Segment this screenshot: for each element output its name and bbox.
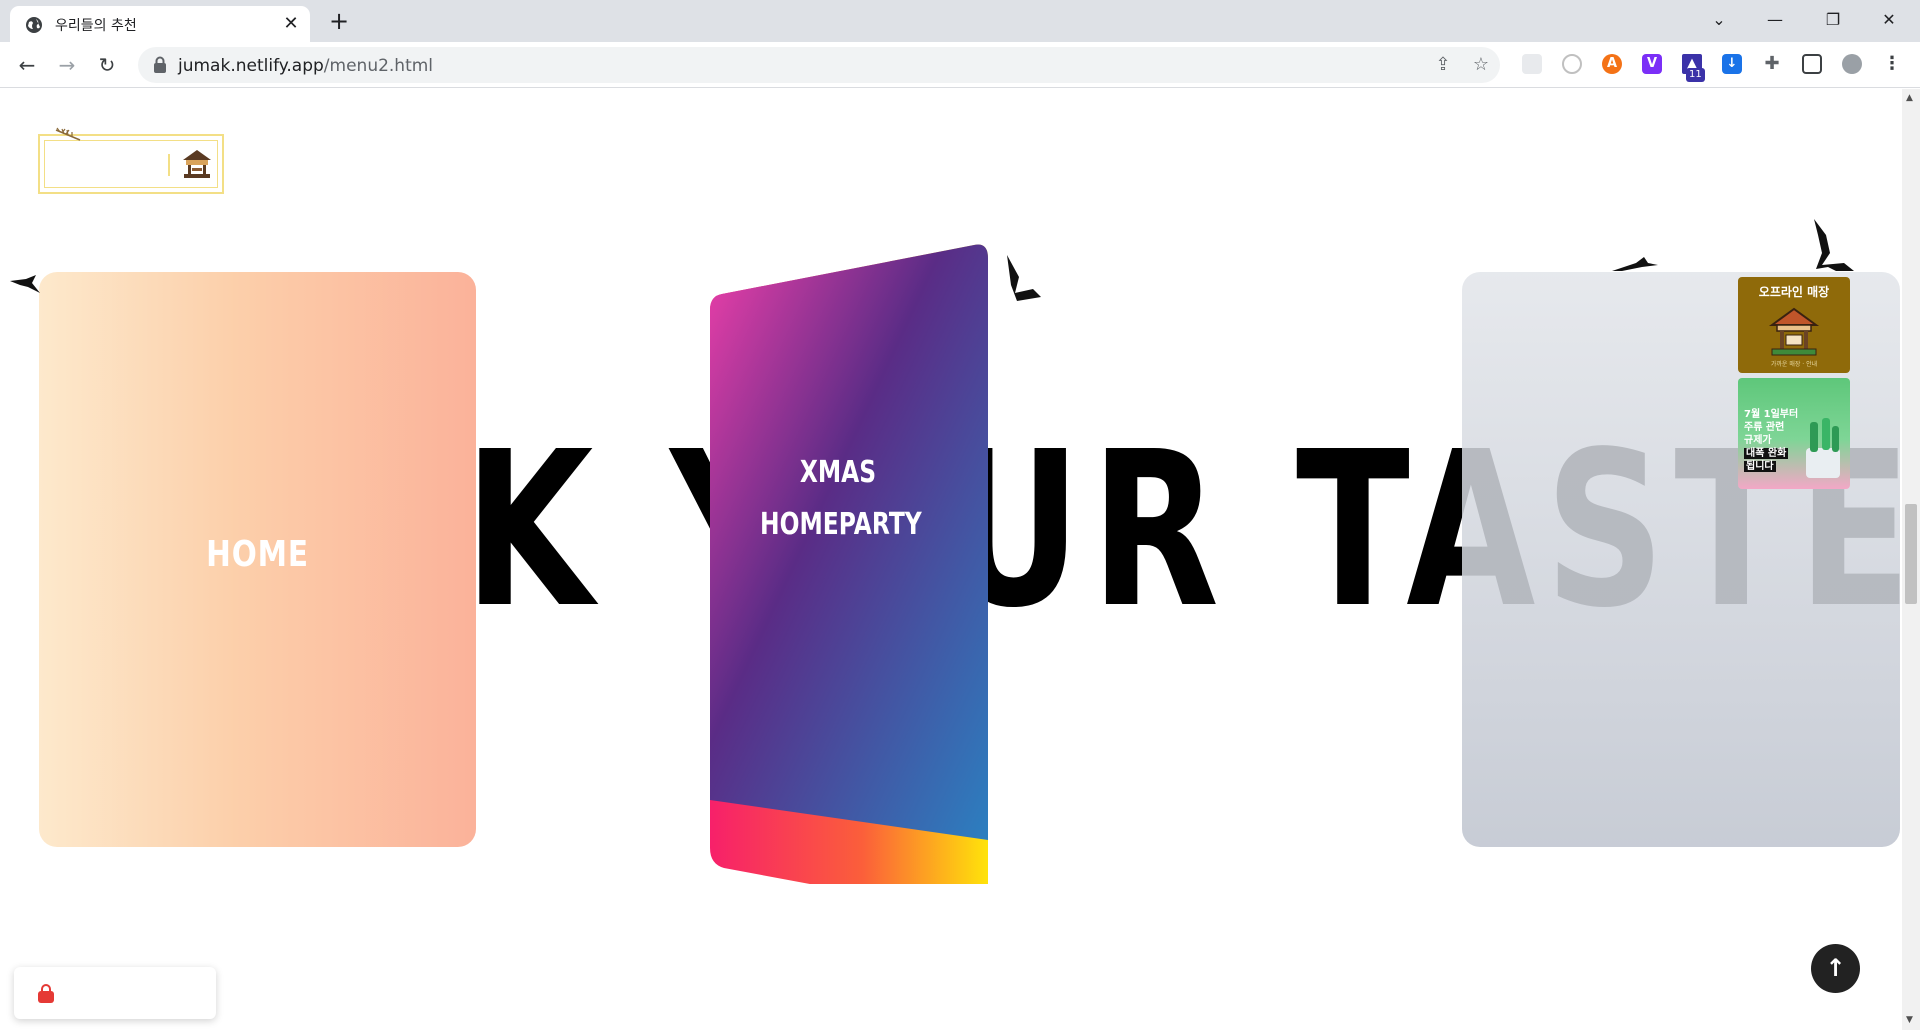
scrollbar-thumb[interactable] bbox=[1905, 504, 1917, 604]
back-to-top-button[interactable]: ↑ bbox=[1811, 944, 1860, 993]
extension-blank-icon[interactable] bbox=[1522, 54, 1542, 74]
bird-icon bbox=[10, 275, 40, 293]
tab-search-chevron-icon[interactable]: ⌄ bbox=[1696, 0, 1742, 40]
promo-banner[interactable]: 7월 1일부터 주류 관련 규제가 대폭 완화 됩니다 bbox=[1738, 378, 1850, 489]
xmas-homeparty-card[interactable] bbox=[708, 244, 988, 884]
bird-icon bbox=[1814, 219, 1854, 271]
offline-store-sub: 가까운 매장 · 안내 bbox=[1770, 361, 1818, 368]
scroll-down-arrow-icon[interactable]: ▼ bbox=[1906, 1015, 1913, 1025]
browser-tab[interactable]: 우리들의 추천 ✕ bbox=[10, 6, 310, 42]
home-card-label: HOME bbox=[206, 534, 309, 575]
extension-v-icon[interactable]: V bbox=[1642, 54, 1662, 74]
menu-kebab-icon[interactable]: ⋮ bbox=[1882, 54, 1902, 74]
new-tab-button[interactable]: + bbox=[325, 8, 353, 36]
cart-widget[interactable] bbox=[14, 967, 216, 1019]
close-window-button[interactable]: ✕ bbox=[1866, 0, 1912, 40]
browser-toolbar: ← → ↻ jumak.netlify.app/menu2.html ⇪ ☆ A… bbox=[0, 42, 1920, 88]
hut-icon bbox=[1768, 307, 1820, 356]
globe-icon bbox=[26, 17, 42, 33]
extension-circle-icon[interactable] bbox=[1562, 54, 1582, 74]
extension-orange-icon[interactable]: A bbox=[1602, 54, 1622, 74]
shopping-bag-icon bbox=[38, 984, 54, 1003]
promo-line5: 됩니다 bbox=[1744, 461, 1776, 472]
bottle-bucket-icon bbox=[1806, 418, 1840, 478]
bookmark-star-icon[interactable]: ☆ bbox=[1470, 54, 1492, 76]
offline-store-banner[interactable]: 오프라인 매장 가까운 매장 · 안내 bbox=[1738, 277, 1850, 373]
promo-line3: 규제가 bbox=[1744, 435, 1772, 446]
profile-avatar-icon[interactable] bbox=[1842, 54, 1862, 74]
page-scrollbar[interactable]: ▲ ▼ bbox=[1902, 89, 1920, 1030]
reload-button[interactable]: ↻ bbox=[92, 50, 122, 80]
logo-divider bbox=[168, 154, 170, 176]
promo-line2: 주류 관련 bbox=[1744, 422, 1785, 433]
extension-download-icon[interactable]: ↓ bbox=[1722, 54, 1742, 74]
tab-title: 우리들의 추천 bbox=[55, 18, 137, 34]
lock-icon bbox=[154, 56, 166, 73]
promo-text: 7월 1일부터 주류 관련 규제가 대폭 완화 됩니다 bbox=[1744, 408, 1798, 473]
hut-icon bbox=[183, 150, 211, 178]
share-icon[interactable]: ⇪ bbox=[1432, 54, 1454, 76]
promo-line1: 7월 1일부터 bbox=[1744, 409, 1799, 420]
bird-icon bbox=[1007, 255, 1041, 301]
close-tab-icon[interactable]: ✕ bbox=[280, 13, 302, 35]
browser-tabstrip: 우리들의 추천 ✕ + ⌄ — ❐ ✕ bbox=[0, 0, 1920, 42]
site-logo[interactable] bbox=[38, 127, 224, 194]
back-button[interactable]: ← bbox=[12, 50, 42, 80]
home-card[interactable]: HOME bbox=[39, 272, 476, 847]
minimize-button[interactable]: — bbox=[1752, 0, 1798, 40]
url-text: jumak.netlify.app/menu2.html bbox=[178, 56, 434, 76]
promo-line4: 대폭 완화 bbox=[1744, 448, 1789, 459]
page-viewport: K YOUR TASTE HOME XMAS HOMEPARTY 오프라인 매장… bbox=[0, 89, 1902, 1030]
xmas-card-label: XMAS HOMEPARTY bbox=[760, 447, 922, 551]
extensions-puzzle-icon[interactable]: ✚ bbox=[1762, 54, 1782, 74]
extension-badge: 11 bbox=[1686, 68, 1705, 82]
bird-icon bbox=[1612, 257, 1658, 271]
forward-button[interactable]: → bbox=[52, 50, 82, 80]
side-panel-icon[interactable] bbox=[1802, 54, 1822, 74]
address-bar[interactable]: jumak.netlify.app/menu2.html ⇪ ☆ bbox=[138, 47, 1500, 83]
xmas-label-line2: HOMEPARTY bbox=[760, 507, 922, 542]
scroll-up-arrow-icon[interactable]: ▲ bbox=[1906, 93, 1913, 103]
wheat-icon bbox=[55, 127, 81, 141]
restore-button[interactable]: ❐ bbox=[1810, 0, 1856, 40]
offline-store-title: 오프라인 매장 bbox=[1758, 285, 1830, 299]
xmas-label-line1: XMAS bbox=[799, 455, 877, 490]
